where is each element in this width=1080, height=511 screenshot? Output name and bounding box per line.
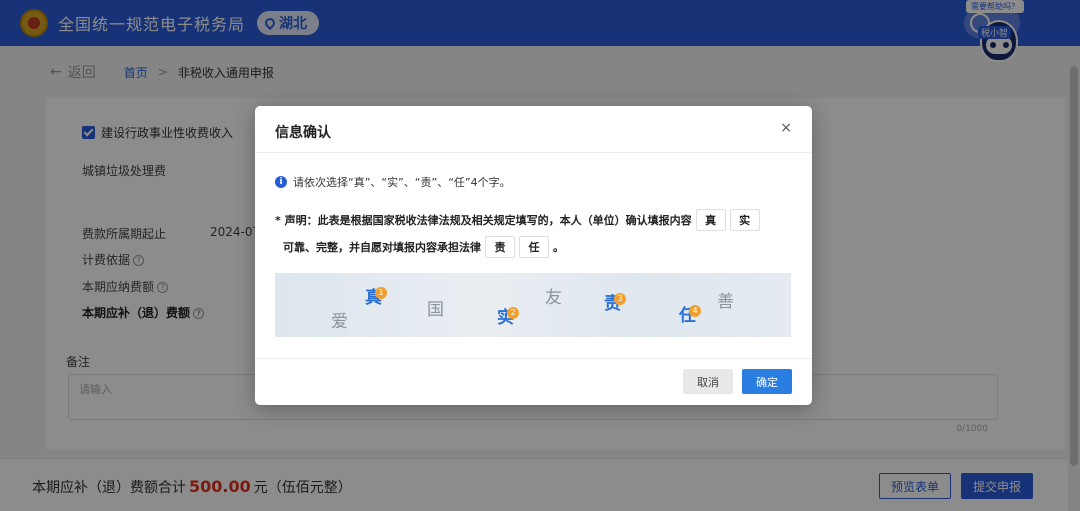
close-icon[interactable]: ×: [780, 120, 792, 136]
declaration-char-box: 实: [729, 209, 760, 231]
captcha-char[interactable]: 友: [545, 283, 562, 308]
captcha-image[interactable]: 爱真1国实2友责3任4善: [275, 273, 791, 337]
declaration-middle: 可靠、完整，并自愿对填报内容承担法律: [283, 241, 481, 254]
dialog-title: 信息确认: [275, 125, 331, 141]
dialog-tip: i 请依次选择“真”、“实”、“责”、“任”4个字。: [275, 174, 511, 190]
info-confirm-dialog: 信息确认 × i 请依次选择“真”、“实”、“责”、“任”4个字。 * 声明：此…: [255, 106, 812, 405]
declaration-end: 。: [553, 241, 564, 254]
captcha-char[interactable]: 爱: [331, 307, 348, 332]
declaration-line-1: * 声明：此表是根据国家税收法律法规及相关规定填写的，本人（单位）确认填报内容 …: [275, 209, 760, 231]
declaration-prefix: * 声明：此表是根据国家税收法律法规及相关规定填写的，本人（单位）确认填报内容: [275, 214, 692, 227]
captcha-char[interactable]: 善: [717, 287, 734, 312]
declaration-line-2: 可靠、完整，并自愿对填报内容承担法律 责 任 。: [283, 236, 564, 258]
confirm-button[interactable]: 确定: [742, 369, 792, 394]
declaration-char-box: 真: [695, 209, 726, 231]
tip-text: 请依次选择“真”、“实”、“责”、“任”4个字。: [293, 176, 511, 189]
dialog-divider: [255, 152, 812, 153]
captcha-order-badge: 4: [689, 305, 701, 317]
declaration-char-box: 任: [519, 236, 549, 258]
captcha-order-badge: 2: [507, 307, 519, 319]
captcha-char[interactable]: 国: [427, 295, 444, 320]
dialog-divider: [255, 358, 812, 359]
captcha-order-badge: 3: [614, 293, 626, 305]
info-icon: i: [275, 176, 287, 188]
cancel-button[interactable]: 取消: [683, 369, 733, 394]
captcha-order-badge: 1: [375, 287, 387, 299]
declaration-char-box: 责: [485, 236, 515, 258]
